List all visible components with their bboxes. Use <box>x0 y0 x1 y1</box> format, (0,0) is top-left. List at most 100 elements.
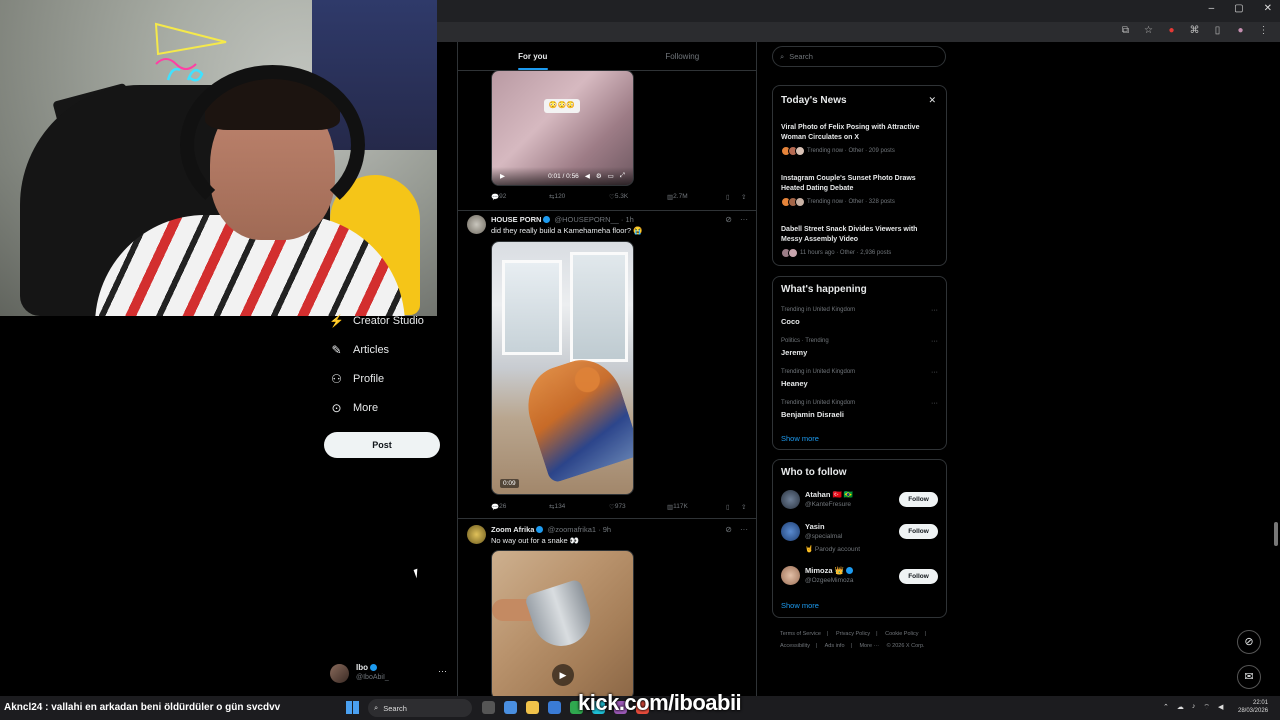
taskbar-search[interactable]: ⌕ Search <box>368 699 472 717</box>
account-more-icon[interactable]: ··· <box>438 666 447 676</box>
views-button[interactable]: ▥ 2.7M <box>667 193 688 201</box>
news-item-title[interactable]: Instagram Couple's Sunset Photo Draws He… <box>781 174 936 194</box>
avatar[interactable] <box>781 490 800 509</box>
maximize-button[interactable]: ▢ <box>1234 3 1243 14</box>
cast-icon[interactable]: ⧉ <box>1119 25 1132 36</box>
tweet-more-icon[interactable]: ··· <box>740 525 748 534</box>
file-explorer-icon[interactable] <box>526 701 539 714</box>
tweet-video[interactable]: ▶ <box>491 550 634 696</box>
avatar[interactable] <box>781 566 800 585</box>
volume-icon[interactable]: ◀ <box>1218 703 1223 712</box>
footer-link[interactable]: Accessibility <box>780 643 810 649</box>
tweet-time[interactable]: · 1h <box>621 215 634 224</box>
close-icon[interactable]: ✕ <box>928 95 936 106</box>
star-icon[interactable]: ☆ <box>1142 25 1155 36</box>
store-icon[interactable] <box>548 701 561 714</box>
avatar[interactable] <box>467 525 486 544</box>
edge-icon[interactable] <box>504 701 517 714</box>
search-input[interactable]: ⌕ Search <box>772 46 946 67</box>
close-window-button[interactable]: ✕ <box>1264 3 1272 14</box>
nav-item-articles[interactable]: ✎ Articles <box>330 343 389 357</box>
share-icon[interactable]: ⇪ <box>741 503 746 511</box>
like-button[interactable]: ♡ 973 <box>609 503 626 511</box>
grok-icon[interactable]: ⊘ <box>1237 630 1261 654</box>
record-icon[interactable]: ● <box>1165 25 1178 36</box>
tweet-video[interactable]: 0:09 <box>491 241 634 495</box>
video-controls: ▶ 0:01 / 0:56 ◀ ⚙ ▭ ⤢ <box>492 167 633 185</box>
play-icon[interactable]: ▶ <box>552 664 574 686</box>
tweet-more-icon[interactable]: ··· <box>740 215 748 224</box>
bookmark-icon[interactable]: ▯ <box>726 503 730 511</box>
reply-button[interactable]: 💬 92 <box>491 193 506 201</box>
fullscreen-icon[interactable]: ⤢ <box>620 172 625 180</box>
follow-suggestion-name[interactable]: Mimoza 👑 <box>805 566 844 575</box>
mic-icon[interactable]: ♪ <box>1192 703 1196 712</box>
trend-more-icon[interactable]: ··· <box>931 369 938 376</box>
bookmark-icon[interactable]: ▯ <box>726 193 730 201</box>
follow-suggestion-name[interactable]: Atahan 🇹🇷 🇧🇷 <box>805 490 853 499</box>
tweet-author-name[interactable]: HOUSE PORN <box>491 215 541 224</box>
account-switcher[interactable]: Ibo @IboAbiI_ ··· <box>330 662 450 686</box>
grok-icon[interactable]: ⊘ <box>725 525 732 534</box>
grok-icon[interactable]: ⊘ <box>725 215 732 224</box>
nav-item-profile[interactable]: ⚇ Profile <box>330 372 384 386</box>
news-item-title[interactable]: Viral Photo of Felix Posing with Attract… <box>781 123 936 143</box>
trend-name[interactable]: Coco <box>781 317 800 326</box>
follow-button[interactable]: Follow <box>899 524 938 539</box>
pip-icon[interactable]: ▭ <box>608 172 614 180</box>
tweet-time[interactable]: · 9h <box>598 525 611 534</box>
tweet-author-handle[interactable]: @HOUSEPORN__ <box>555 215 619 224</box>
trend-more-icon[interactable]: ··· <box>931 400 938 407</box>
windows-start-icon[interactable] <box>346 701 359 714</box>
like-button[interactable]: ♡ 5.3K <box>609 193 628 201</box>
footer-link[interactable]: Ads info <box>825 643 845 649</box>
play-icon[interactable]: ▶ <box>500 172 505 180</box>
volume-icon[interactable]: ◀ <box>585 172 590 180</box>
tab-following[interactable]: Following <box>608 42 757 70</box>
task-view-icon[interactable] <box>482 701 495 714</box>
nav-item-more[interactable]: ⊙ More <box>330 401 378 415</box>
chevron-up-icon[interactable]: ⌃ <box>1163 703 1169 712</box>
search-icon: ⌕ <box>780 51 785 61</box>
sidepanel-icon[interactable]: ▯ <box>1211 25 1224 36</box>
views-button[interactable]: ▥ 117K <box>667 503 688 511</box>
show-more-link[interactable]: Show more <box>781 434 819 443</box>
share-icon[interactable]: ⇪ <box>741 193 746 201</box>
trend-more-icon[interactable]: ··· <box>931 338 938 345</box>
avatar[interactable] <box>781 522 800 541</box>
tab-for-you[interactable]: For you <box>458 42 608 70</box>
tweet-author-handle[interactable]: @zoomafrika1 <box>548 525 596 534</box>
trend-name[interactable]: Heaney <box>781 379 808 388</box>
tweet-video[interactable]: 😳😳😳 ▶ 0:01 / 0:56 ◀ ⚙ ▭ ⤢ <box>491 70 634 186</box>
repost-button[interactable]: ⇆ 120 <box>549 193 565 201</box>
footer-link[interactable]: Cookie Policy <box>885 631 918 637</box>
nav-item-creator-studio[interactable]: ⚡ Creator Studio <box>329 314 424 328</box>
wifi-icon[interactable]: ⌔ <box>1203 703 1210 712</box>
taskbar-clock[interactable]: 22:01 28/03/2026 <box>1238 699 1268 715</box>
follow-suggestion-name[interactable]: Yasin <box>805 522 825 531</box>
menu-icon[interactable]: ⋮ <box>1257 25 1270 36</box>
news-item-title[interactable]: Dabell Street Snack Divides Viewers with… <box>781 225 936 245</box>
extensions-icon[interactable]: ⌘ <box>1188 25 1201 36</box>
avatar[interactable] <box>467 215 486 234</box>
video-bucket-shape <box>524 578 598 654</box>
footer-link[interactable]: More ··· <box>859 643 879 649</box>
follow-button[interactable]: Follow <box>899 569 938 584</box>
trend-name[interactable]: Jeremy <box>781 348 807 357</box>
scrollbar-thumb[interactable] <box>1274 522 1278 546</box>
post-button[interactable]: Post <box>324 432 440 458</box>
settings-icon[interactable]: ⚙ <box>596 172 602 180</box>
repost-button[interactable]: ⇆ 134 <box>549 503 565 511</box>
trend-name[interactable]: Benjamin Disraeli <box>781 410 844 419</box>
follow-button[interactable]: Follow <box>899 492 938 507</box>
footer-link[interactable]: Privacy Policy <box>836 631 870 637</box>
footer-link[interactable]: Terms of Service <box>780 631 821 637</box>
trend-more-icon[interactable]: ··· <box>931 307 938 314</box>
network-icon[interactable]: ☁ <box>1177 703 1184 712</box>
messages-icon[interactable]: ✉ <box>1237 665 1261 689</box>
reply-button[interactable]: 💬 26 <box>491 503 506 511</box>
tweet-author-name[interactable]: Zoom Afrika <box>491 525 534 534</box>
minimize-button[interactable]: – <box>1209 3 1215 14</box>
profile-avatar[interactable]: ● <box>1234 25 1247 36</box>
show-more-link[interactable]: Show more <box>781 601 819 610</box>
